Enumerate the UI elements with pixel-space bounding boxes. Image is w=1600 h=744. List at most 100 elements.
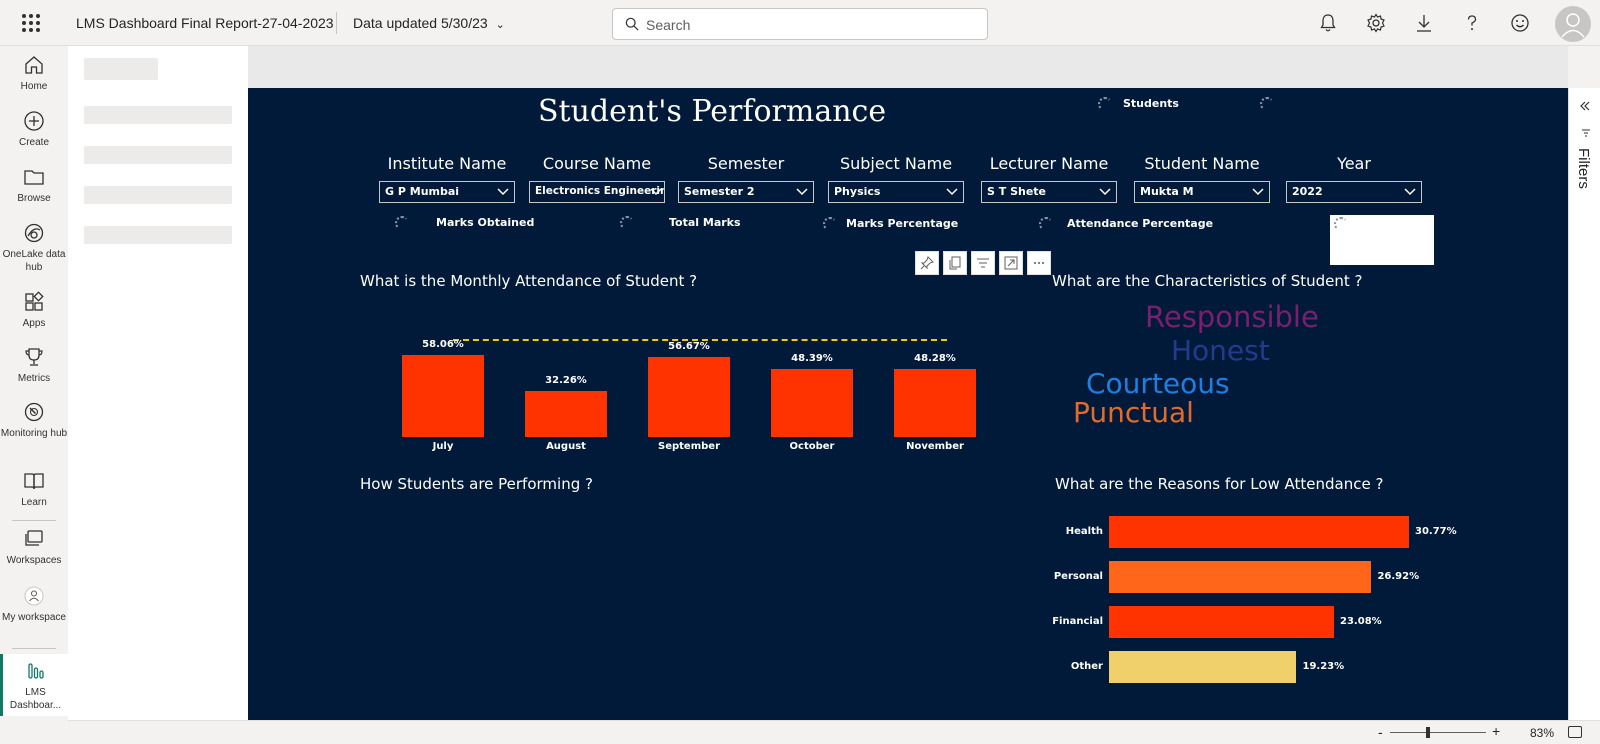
loading-card [1330,215,1434,265]
slicer-title: Course Name [542,154,652,173]
slicer-title: Subject Name [839,154,953,173]
download-icon[interactable] [1414,13,1434,33]
zoom-out-button[interactable]: - [1378,724,1383,740]
nav-browse[interactable]: Browse [0,166,68,205]
subject-name-dropdown[interactable]: Physics [828,181,964,203]
notification-bell-icon[interactable] [1318,13,1338,33]
nav-workspaces[interactable]: Workspaces [0,528,68,567]
reason-bar[interactable] [1109,561,1372,593]
slicer-subject-name: Subject Name Physics [828,154,964,203]
slicer-semester: Semester Semester 2 [678,154,814,203]
collapse-chevrons-icon[interactable] [1579,100,1591,112]
data-label: 26.92% [1377,571,1420,582]
fit-to-page-icon[interactable] [1568,726,1582,738]
more-options-button[interactable] [1027,251,1051,275]
zoom-in-button[interactable]: + [1492,723,1500,739]
slicer-year: Year 2022 [1286,154,1422,203]
nav-learn[interactable]: Learn [0,470,68,509]
category-tick-label: November [906,441,964,452]
lecturer-name-dropdown[interactable]: S T Shete [981,181,1117,203]
gear-icon[interactable] [1366,13,1386,33]
onelake-icon [24,223,44,243]
data-label: 19.23% [1302,661,1345,672]
nav-label: Apps [22,318,46,329]
data-label: 56.67% [668,340,710,352]
slicer-institute-name: Institute Name G P Mumbai [379,154,515,203]
students-card-label: Students [1123,97,1179,110]
pin-icon [920,256,934,270]
report-title[interactable]: LMS Dashboard Final Report-27-04-2023 [76,15,334,31]
attendance-bar[interactable] [894,368,976,437]
expand-icon [1004,256,1018,270]
filters-toggle[interactable]: Filters [1575,148,1592,189]
pages-pane [68,46,248,720]
person-icon [24,586,44,606]
course-name-dropdown[interactable]: Electronics Engineering [529,181,665,203]
avatar[interactable] [1555,6,1591,42]
nav-create[interactable]: Create [0,110,68,149]
nav-lms-dashboard[interactable]: LMS Dashboar... [0,654,68,716]
zoom-slider[interactable] [1390,732,1486,733]
chevron-down-icon [1252,188,1264,196]
reason-bar[interactable] [1109,651,1297,683]
filter-icon [977,258,989,268]
folder-icon [24,170,44,185]
loading-placeholder [84,226,232,244]
loading-spinner-icon [1260,97,1274,111]
slicer-course-name: Course Name Electronics Engineering [529,154,665,203]
copy-visual-button[interactable] [943,251,967,275]
home-icon [25,56,43,74]
pin-button[interactable] [915,251,939,275]
app-launcher-icon[interactable] [22,14,40,32]
help-icon[interactable] [1462,13,1482,33]
data-updated-label: Data updated 5/30/23 [353,15,488,31]
semester-dropdown[interactable]: Semester 2 [678,181,814,203]
slicer-lecturer-name: Lecturer Name S T Shete [981,154,1117,203]
page-title: Student's Performance [538,94,887,129]
book-icon [24,473,44,490]
trophy-icon [25,348,43,366]
feedback-smiley-icon[interactable] [1510,13,1530,33]
search-input[interactable] [646,15,976,35]
student-name-dropdown[interactable]: Mukta M [1134,181,1270,203]
performance-title: How Students are Performing ? [360,475,593,493]
loading-placeholder [84,58,158,80]
data-label: 48.39% [791,352,833,364]
nav-label: Browse [17,193,51,204]
loading-spinner-icon [1334,217,1348,231]
nav-monitoring-hub[interactable]: Monitoring hub [0,401,68,440]
nav-onelake-data-hub[interactable]: OneLake data hub [0,222,68,274]
apps-icon [25,291,44,311]
slicer-value: S T Shete [987,185,1047,198]
filter-visual-button[interactable] [971,251,995,275]
slicer-value: 2022 [1292,185,1323,198]
data-updated-dropdown[interactable]: Data updated 5/30/23 ⌄ [353,15,505,31]
filter-icon [1582,129,1590,137]
year-dropdown[interactable]: 2022 [1286,181,1422,203]
attendance-bar[interactable] [771,368,853,437]
nav-my-workspace[interactable]: My workspace [0,585,68,624]
nav-home[interactable]: Home [0,54,68,93]
nav-apps[interactable]: Apps [0,291,68,330]
status-bar: - + 83% [68,720,1600,744]
slicer-value: Physics [834,185,881,198]
nav-label: Metrics [17,373,51,384]
focus-mode-button[interactable] [999,251,1023,275]
slicer-value: G P Mumbai [385,185,460,198]
data-label: 48.28% [914,352,956,364]
chevron-down-icon [1099,188,1111,196]
marks-percentage-label: Marks Percentage [846,217,959,230]
reason-bar[interactable] [1109,606,1335,638]
nav-metrics[interactable]: Metrics [0,346,68,385]
nav-label: Workspaces [6,555,62,566]
institute-name-dropdown[interactable]: G P Mumbai [379,181,515,203]
category-tick-label: August [546,441,586,452]
zoom-slider-thumb[interactable] [1426,727,1431,738]
reason-bar[interactable] [1109,516,1409,548]
attendance-bar[interactable] [648,356,730,437]
nav-label: OneLake data hub [2,249,66,273]
attendance-bar[interactable] [525,391,607,437]
search-box[interactable] [612,8,988,40]
attendance-bar[interactable] [402,355,484,437]
person-icon [1561,13,1585,38]
